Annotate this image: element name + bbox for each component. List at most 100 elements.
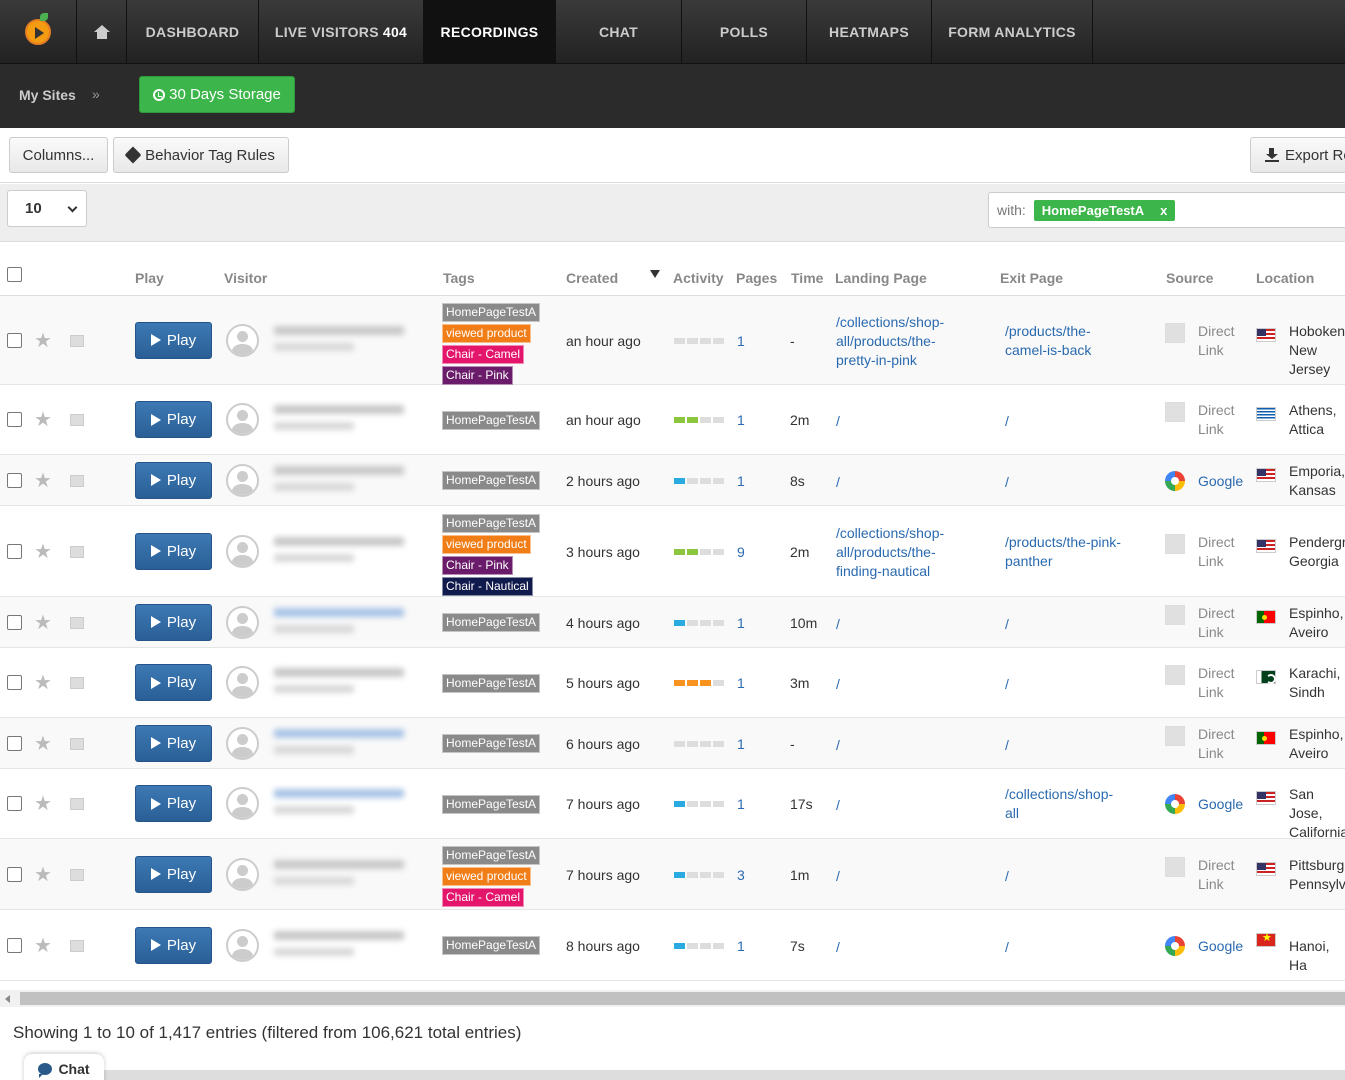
- sort-desc-icon[interactable]: [650, 270, 660, 278]
- pages-count[interactable]: 1: [737, 412, 745, 428]
- exit-page-link[interactable]: /: [1005, 615, 1125, 634]
- horizontal-scrollbar[interactable]: [0, 990, 1345, 1007]
- landing-page-link[interactable]: /: [836, 675, 956, 694]
- behavior-tag[interactable]: HomePageTestA: [442, 846, 541, 865]
- header-source[interactable]: Source: [1166, 270, 1213, 286]
- behavior-tag[interactable]: Chair - Pink: [442, 365, 513, 385]
- behavior-tag-rules-button[interactable]: Behavior Tag Rules: [113, 137, 289, 173]
- exit-page-link[interactable]: /: [1005, 867, 1125, 886]
- star-icon[interactable]: ★: [34, 731, 52, 756]
- landing-page-link[interactable]: /: [836, 796, 956, 815]
- note-icon[interactable]: [70, 334, 84, 347]
- pages-count[interactable]: 1: [737, 796, 745, 812]
- row-checkbox[interactable]: [7, 614, 22, 630]
- behavior-tag[interactable]: Chair - Nautical: [442, 576, 533, 596]
- behavior-tag[interactable]: viewed product: [442, 867, 531, 886]
- behavior-tag[interactable]: HomePageTestA: [442, 936, 541, 955]
- source-link[interactable]: Google: [1198, 937, 1243, 956]
- exit-page-link[interactable]: /collections/shop-all: [1005, 785, 1125, 823]
- star-icon[interactable]: ★: [34, 610, 52, 635]
- visitor-info-redacted[interactable]: [274, 728, 424, 759]
- star-icon[interactable]: ★: [34, 539, 52, 564]
- behavior-tag[interactable]: viewed product: [442, 534, 531, 554]
- header-activity[interactable]: Activity: [673, 270, 724, 286]
- source-link[interactable]: Google: [1198, 472, 1243, 491]
- behavior-tag[interactable]: Chair - Camel: [442, 344, 525, 364]
- note-icon[interactable]: [70, 414, 84, 426]
- scrollbar-thumb[interactable]: [20, 992, 1345, 1005]
- behavior-tag[interactable]: HomePageTestA: [442, 613, 541, 632]
- play-button[interactable]: Play: [135, 926, 212, 964]
- play-button[interactable]: Play: [135, 401, 212, 438]
- play-button[interactable]: Play: [135, 321, 212, 359]
- pages-count[interactable]: 1: [737, 675, 745, 691]
- star-icon[interactable]: ★: [34, 468, 52, 493]
- nav-dashboard[interactable]: DASHBOARD: [127, 0, 259, 64]
- landing-page-link[interactable]: /collections/shop-all/products/the-prett…: [836, 313, 956, 370]
- row-checkbox[interactable]: [7, 735, 22, 751]
- header-landing-page[interactable]: Landing Page: [835, 270, 927, 286]
- nav-home[interactable]: [77, 0, 127, 64]
- pages-count[interactable]: 1: [737, 333, 745, 349]
- storage-button[interactable]: 30 Days Storage: [139, 76, 295, 113]
- note-icon[interactable]: [70, 474, 84, 487]
- behavior-tag[interactable]: HomePageTestA: [442, 471, 541, 490]
- chat-widget-button[interactable]: Chat: [24, 1054, 104, 1080]
- note-icon[interactable]: [70, 939, 84, 952]
- exit-page-link[interactable]: /products/the-camel-is-back: [1005, 322, 1125, 360]
- nav-polls[interactable]: POLLS: [682, 0, 807, 64]
- play-button[interactable]: Play: [135, 603, 212, 641]
- row-checkbox[interactable]: [7, 332, 22, 348]
- visitor-info-redacted[interactable]: [274, 789, 424, 819]
- landing-page-link[interactable]: /: [836, 412, 956, 431]
- scroll-left-icon[interactable]: [5, 995, 10, 1003]
- star-icon[interactable]: ★: [34, 328, 52, 353]
- remove-filter-tag-button[interactable]: x: [1160, 203, 1167, 218]
- note-icon[interactable]: [70, 677, 84, 689]
- note-icon[interactable]: [70, 545, 84, 558]
- row-checkbox[interactable]: [7, 472, 22, 488]
- nav-live-visitors[interactable]: LIVE VISITORS 404: [259, 0, 424, 64]
- header-visitor[interactable]: Visitor: [224, 270, 267, 286]
- export-button[interactable]: Export Ro: [1250, 137, 1345, 173]
- play-button[interactable]: Play: [135, 785, 212, 822]
- pages-count[interactable]: 1: [737, 736, 745, 752]
- note-icon[interactable]: [70, 616, 84, 629]
- source-link[interactable]: Google: [1198, 795, 1243, 814]
- landing-page-link[interactable]: /: [836, 473, 956, 492]
- page-size-select[interactable]: 10: [7, 190, 87, 227]
- exit-page-link[interactable]: /: [1005, 938, 1125, 957]
- exit-page-link[interactable]: /: [1005, 675, 1125, 694]
- row-checkbox[interactable]: [7, 937, 22, 953]
- nav-chat[interactable]: CHAT: [556, 0, 682, 64]
- star-icon[interactable]: ★: [34, 670, 52, 695]
- star-icon[interactable]: ★: [34, 407, 52, 432]
- header-created[interactable]: Created: [566, 270, 618, 286]
- behavior-tag[interactable]: HomePageTestA: [442, 513, 541, 533]
- tag-filter-input[interactable]: with: HomePageTestA x: [988, 192, 1345, 228]
- behavior-tag[interactable]: Chair - Pink: [442, 555, 513, 575]
- pages-count[interactable]: 1: [737, 938, 745, 954]
- play-button[interactable]: Play: [135, 855, 212, 893]
- behavior-tag[interactable]: HomePageTestA: [442, 302, 541, 322]
- note-icon[interactable]: [70, 798, 84, 810]
- exit-page-link[interactable]: /: [1005, 412, 1125, 431]
- exit-page-link[interactable]: /: [1005, 473, 1125, 492]
- play-button[interactable]: Play: [135, 461, 212, 499]
- note-icon[interactable]: [70, 737, 84, 750]
- header-exit-page[interactable]: Exit Page: [1000, 270, 1063, 286]
- star-icon[interactable]: ★: [34, 862, 52, 887]
- landing-page-link[interactable]: /: [836, 867, 956, 886]
- row-checkbox[interactable]: [7, 866, 22, 882]
- row-checkbox[interactable]: [7, 796, 22, 811]
- behavior-tag[interactable]: HomePageTestA: [442, 673, 541, 693]
- behavior-tag[interactable]: HomePageTestA: [442, 734, 541, 753]
- columns-button[interactable]: Columns...: [9, 137, 108, 173]
- landing-page-link[interactable]: /collections/shop-all/products/the-findi…: [836, 524, 956, 581]
- nav-form-analytics[interactable]: FORM ANALYTICS: [932, 0, 1093, 64]
- behavior-tag[interactable]: Chair - Camel: [442, 888, 525, 907]
- behavior-tag[interactable]: viewed product: [442, 323, 531, 343]
- nav-recordings[interactable]: RECORDINGS: [424, 0, 556, 64]
- nav-heatmaps[interactable]: HEATMAPS: [807, 0, 932, 64]
- exit-page-link[interactable]: /products/the-pink-panther: [1005, 533, 1125, 571]
